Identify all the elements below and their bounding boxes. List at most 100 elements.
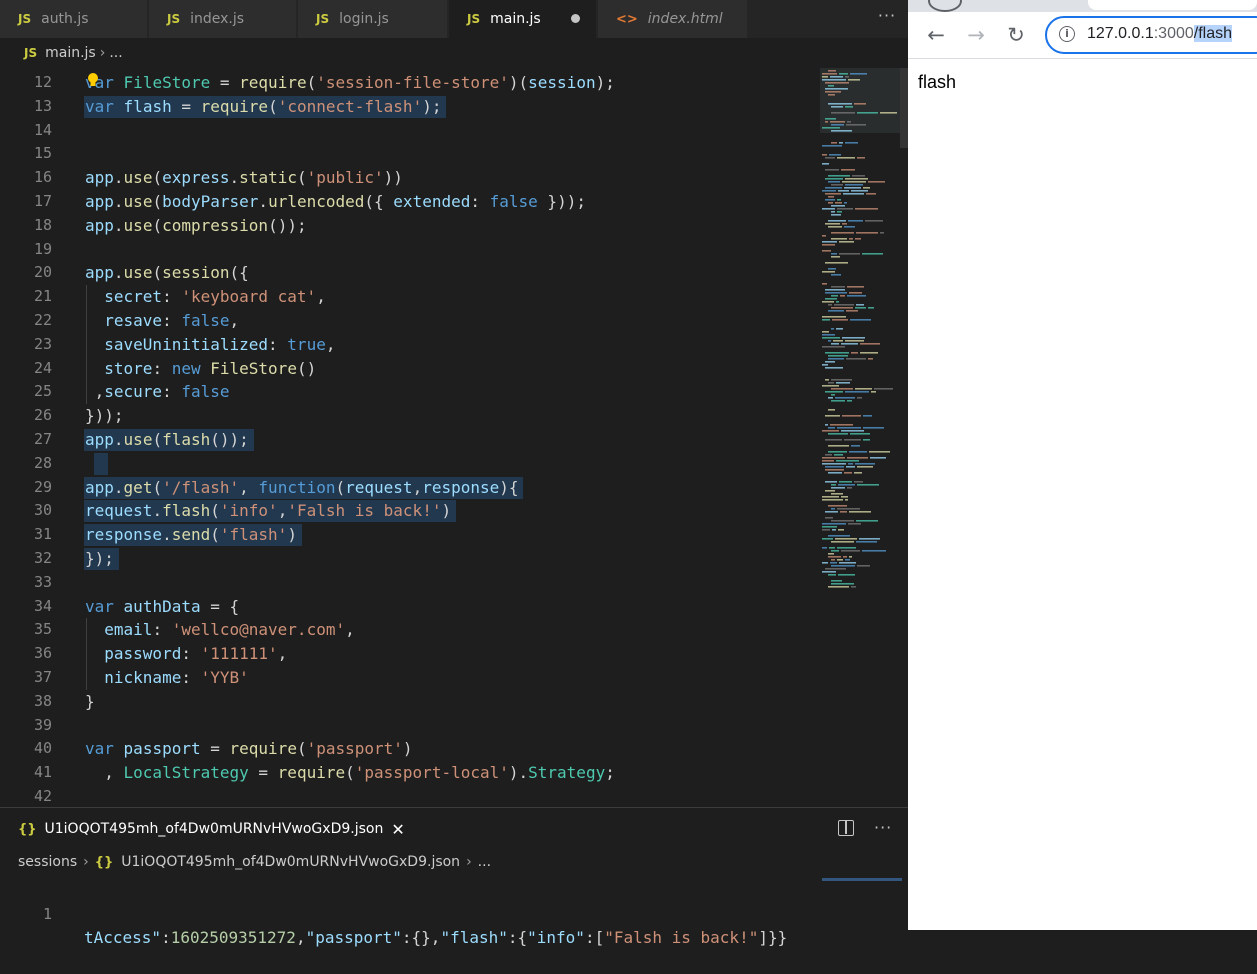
browser-tab[interactable]: [1088, 0, 1257, 10]
breadcrumb-folder[interactable]: sessions: [18, 854, 77, 870]
code-token: .: [229, 168, 240, 188]
tab-index-html[interactable]: <> index.html: [598, 0, 748, 38]
code-line[interactable]: 28: [0, 452, 820, 476]
code-line[interactable]: 26}));: [0, 404, 820, 428]
minimap-line: [831, 493, 843, 495]
code-line[interactable]: 30 request.flash('info','Falsh is back!'): [0, 499, 820, 523]
minimap-line: [863, 427, 884, 429]
minimap-line: [828, 85, 834, 87]
more-actions-icon[interactable]: ···: [876, 6, 898, 30]
minimap-line: [831, 400, 845, 402]
tab-session-json[interactable]: {} U1iOQOT495mh_of4Dw0mURNvHVwoGxD9.json…: [0, 808, 420, 850]
breadcrumb-symbol[interactable]: ...: [478, 854, 491, 870]
code-token: .: [152, 501, 163, 521]
minimap-line: [845, 76, 849, 78]
minimap-line: [822, 364, 828, 366]
code-line[interactable]: 22 resave: false,: [0, 309, 820, 333]
code-line[interactable]: 19: [0, 238, 820, 262]
reload-icon[interactable]: ↻: [1000, 20, 1032, 50]
breadcrumb-symbol[interactable]: ...: [109, 45, 122, 61]
minimap-viewport[interactable]: [820, 68, 900, 133]
code-line[interactable]: 35 email: 'wellco@naver.com',: [0, 618, 820, 642]
tab-main-js[interactable]: JS main.js: [449, 0, 597, 38]
breadcrumb-file[interactable]: main.js: [45, 45, 96, 61]
code-token: )(: [508, 73, 529, 92]
minimap-line: [825, 178, 843, 180]
code-line[interactable]: 20 app.use(session({: [0, 261, 820, 285]
browser-tab-favicon-icon[interactable]: [928, 0, 962, 12]
minimap-line: [854, 103, 866, 105]
code-line[interactable]: 17 app.use(bodyParser.urlencoded({ extend…: [0, 190, 820, 214]
minimap-line: [860, 343, 880, 345]
code-line[interactable]: 23 saveUninitialized: true,: [0, 333, 820, 357]
code-line[interactable]: 21 secret: 'keyboard cat',: [0, 285, 820, 309]
minimap-line: [825, 157, 835, 159]
code-token: :[: [584, 928, 605, 947]
minimap[interactable]: [820, 68, 900, 668]
minimap-line: [828, 427, 835, 429]
code-line[interactable]: 40 var passport = require('passport'): [0, 737, 820, 761]
code-line[interactable]: 31 response.send('flash'): [0, 523, 820, 547]
code-line[interactable]: 38}: [0, 690, 820, 714]
minimap-line: [831, 580, 842, 582]
tab-index-js[interactable]: JS index.js: [149, 0, 297, 38]
code-line[interactable]: 14: [0, 119, 820, 143]
code-token: ): [441, 501, 452, 521]
code-line[interactable]: 32});: [0, 547, 820, 571]
minimap-line: [822, 463, 846, 465]
line-number: 19: [33, 239, 52, 258]
close-icon[interactable]: ✕: [391, 820, 404, 839]
chevron-right-icon: ›: [99, 45, 106, 61]
code-line[interactable]: 29 app.get('/flash', function(request,res…: [0, 476, 820, 500]
code-line[interactable]: 16 app.use(express.static('public')): [0, 166, 820, 190]
back-arrow-icon[interactable]: ←: [920, 20, 952, 50]
minimap-line: [855, 463, 875, 465]
code-line[interactable]: 37 nickname: 'YYB': [0, 666, 820, 690]
json-code-line[interactable]: 1 tAccess":1602509351272,"passport":{},"…: [0, 878, 908, 947]
code-line[interactable]: 18 app.use(compression());: [0, 214, 820, 238]
breadcrumb-file[interactable]: U1iOQOT495mh_of4Dw0mURNvHVwoGxD9.json: [121, 854, 460, 870]
code-token: 'passport': [306, 739, 403, 759]
minimap-line: [825, 466, 844, 468]
tab-login-js[interactable]: JS login.js: [298, 0, 448, 38]
unsaved-dot-icon[interactable]: [571, 14, 580, 23]
url-text[interactable]: 127.0.0.1:3000/flash: [1087, 25, 1233, 43]
minimap-line: [822, 385, 839, 387]
minimap-line: [822, 538, 833, 540]
code-token: express: [162, 168, 230, 188]
code-token: use: [123, 168, 153, 188]
code-area[interactable]: 12 var FileStore = require('session-file-…: [0, 71, 820, 807]
code-line[interactable]: 27 app.use(flash());: [0, 428, 820, 452]
address-bar[interactable]: i 127.0.0.1:3000/flash: [1045, 16, 1257, 54]
minimap-line: [822, 154, 827, 156]
minimap-line: [825, 118, 836, 120]
minimap-line: [822, 337, 840, 339]
code-line[interactable]: 33: [0, 571, 820, 595]
code-line[interactable]: 42: [0, 785, 820, 807]
editor-scrollbar[interactable]: [900, 68, 908, 806]
minimap-line: [844, 472, 852, 474]
code-line[interactable]: 24 store: new FileStore(): [0, 357, 820, 381]
lightbulb-icon[interactable]: [87, 72, 99, 88]
code-line[interactable]: 13 var flash = require('connect-flash');: [0, 95, 820, 119]
code-line[interactable]: 25 ,secure: false: [0, 380, 820, 404]
scrollbar-thumb[interactable]: [900, 68, 908, 148]
more-actions-icon[interactable]: ···: [874, 818, 892, 837]
minimap-line: [831, 205, 845, 207]
minimap-line: [822, 526, 837, 528]
code-line[interactable]: 34 var authData = {: [0, 595, 820, 619]
code-line[interactable]: 41 , LocalStrategy = require('passport-l…: [0, 761, 820, 785]
site-info-icon[interactable]: i: [1059, 26, 1075, 42]
line-number: 35: [33, 620, 52, 639]
minimap-line: [828, 202, 833, 204]
minimap-line: [860, 352, 878, 354]
split-editor-icon[interactable]: [838, 820, 854, 836]
tab-auth-js[interactable]: JS auth.js: [0, 0, 148, 38]
forward-arrow-icon[interactable]: →: [960, 20, 992, 50]
code-line[interactable]: 12 var FileStore = require('session-file-…: [0, 71, 820, 95]
code-token: app: [85, 430, 114, 449]
code-line[interactable]: 15: [0, 142, 820, 166]
code-line[interactable]: 39: [0, 714, 820, 738]
code-line[interactable]: 36 password: '111111',: [0, 642, 820, 666]
panel-minimap[interactable]: [822, 878, 902, 881]
